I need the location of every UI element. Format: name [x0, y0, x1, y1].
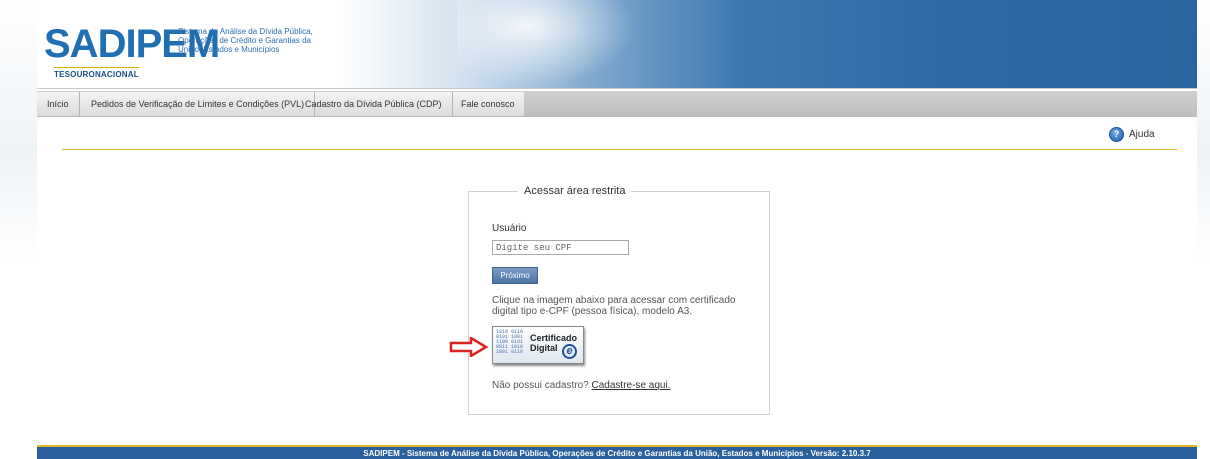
- certificate-label-line2: Digital: [530, 343, 558, 353]
- next-button[interactable]: Próximo: [492, 267, 538, 284]
- tesouro-nacional-logo: TESOURONACIONAL: [54, 67, 139, 79]
- certificate-info-text: Clique na imagem abaixo para acessar com…: [492, 295, 736, 317]
- main-nav: Início Pedidos de Verificação de Limites…: [37, 91, 1197, 117]
- cpf-input[interactable]: [492, 240, 629, 255]
- nav-item-cdp[interactable]: Cadastro da Dívida Pública (CDP): [295, 92, 453, 116]
- header-banner: SADIPEM Sistema de Análise da Dívida Púb…: [37, 0, 1197, 89]
- page-container: SADIPEM Sistema de Análise da Dívida Púb…: [37, 0, 1197, 459]
- certificate-label-line1: Certificado: [530, 333, 578, 343]
- help-link[interactable]: ? Ajuda: [1109, 126, 1155, 142]
- signup-row: Não possui cadastro? Cadastre-se aqui.: [492, 380, 670, 391]
- nav-item-pvl[interactable]: Pedidos de Verificação de Limites e Cond…: [81, 92, 316, 116]
- signup-prompt: Não possui cadastro?: [492, 380, 589, 391]
- e-cpf-icon: e: [562, 344, 577, 359]
- login-panel-title: Acessar área restrita: [518, 185, 632, 197]
- logo-subtitle: Sistema de Análise da Dívida Pública, Op…: [178, 27, 338, 54]
- divider: [62, 149, 1177, 150]
- question-icon: ?: [1109, 126, 1124, 142]
- help-label: Ajuda: [1129, 128, 1155, 140]
- header-glow: [457, 0, 637, 88]
- arrow-right-icon: [449, 337, 489, 357]
- signup-link[interactable]: Cadastre-se aqui.: [592, 380, 671, 391]
- nav-item-fale-conosco[interactable]: Fale conosco: [451, 92, 526, 116]
- nav-filler: [524, 92, 1197, 116]
- logo-subtitle-line: Sistema de Análise da Dívida Pública,: [178, 27, 313, 36]
- logo-subtitle-line: Operações de Crédito e Garantias da: [178, 36, 311, 45]
- footer: SADIPEM - Sistema de Análise da Dívida P…: [37, 445, 1197, 459]
- nav-item-inicio[interactable]: Início: [37, 92, 80, 116]
- logo-subtitle-line: União, Estados e Municípios: [178, 45, 280, 54]
- usuario-label: Usuário: [492, 223, 527, 234]
- certificate-login-button[interactable]: 1010 0110 0101 1001 1100 0101 0011 1010 1001…: [492, 326, 584, 364]
